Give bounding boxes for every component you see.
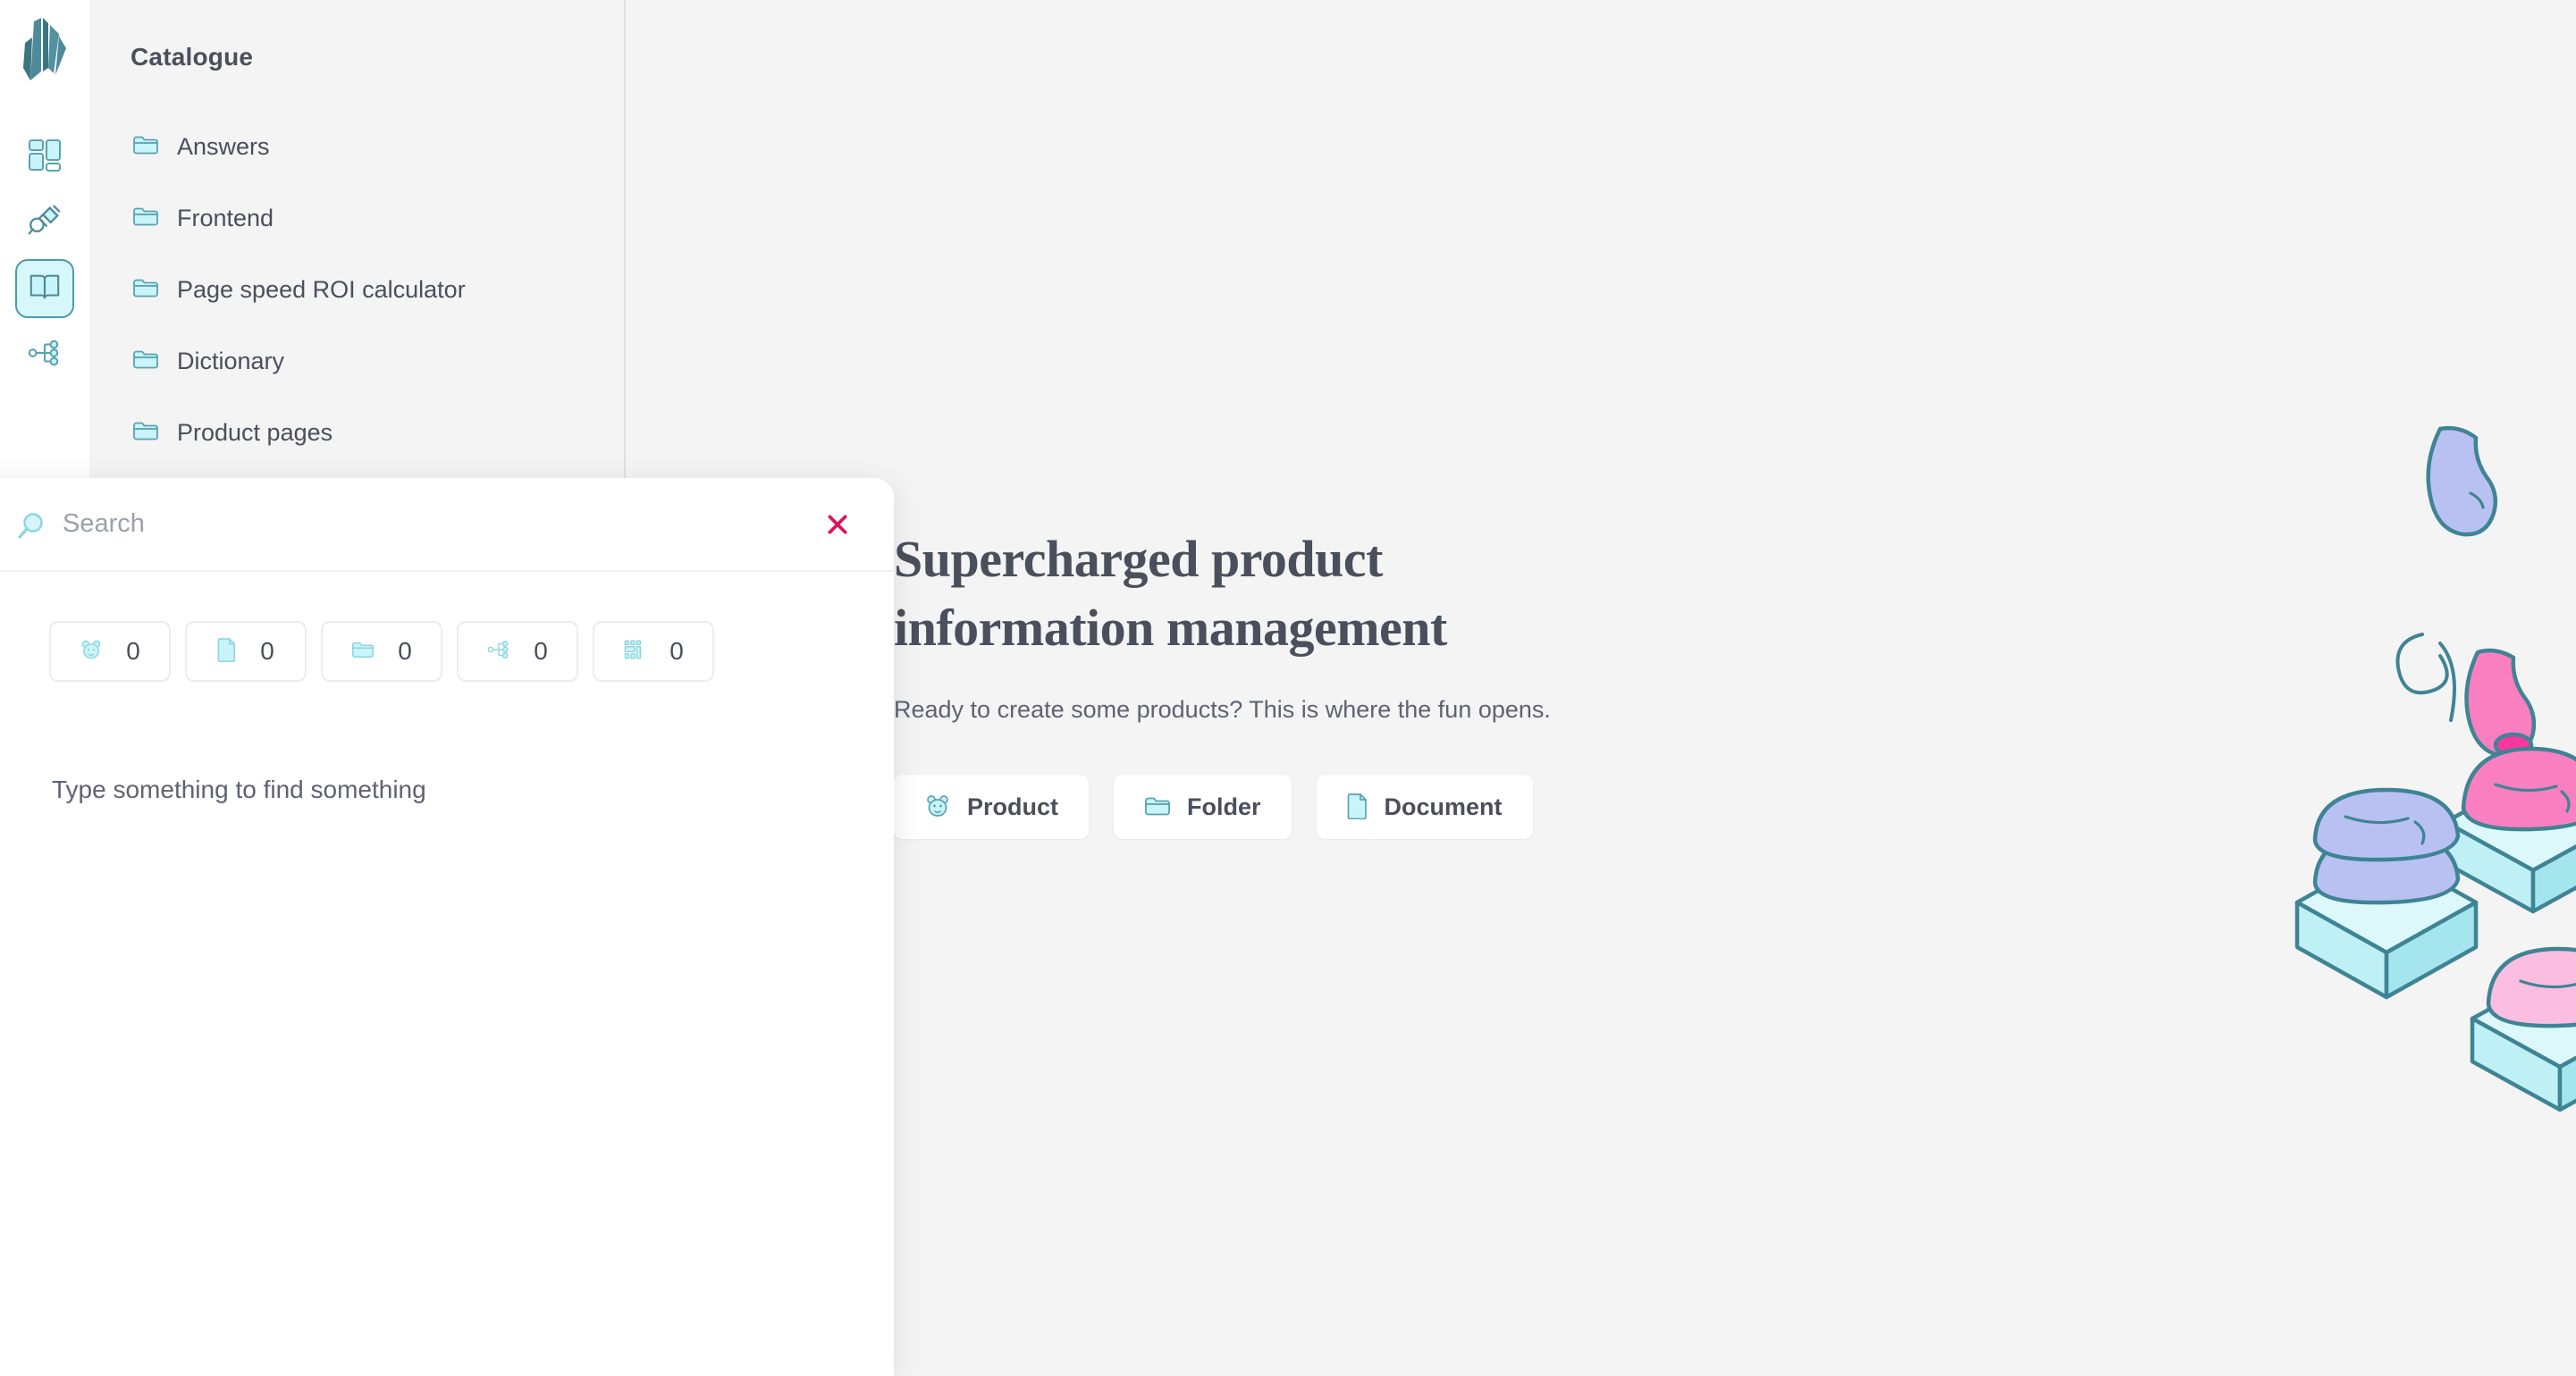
list-item[interactable]: Product pages xyxy=(130,397,624,468)
page-title: Catalogue xyxy=(130,43,254,71)
isometric-product-boxes-illustration xyxy=(2279,268,2576,1117)
box-pink-towel xyxy=(2443,746,2576,914)
magnifier-icon xyxy=(16,512,45,545)
filter-chip-count: 0 xyxy=(398,637,412,665)
hero-action-buttons: Product Folder Document xyxy=(894,775,1698,840)
list-item-label: Page speed ROI calculator xyxy=(177,275,466,303)
folder-icon xyxy=(132,133,159,161)
document-icon xyxy=(1347,793,1368,822)
search-modal: 0 0 0 xyxy=(0,478,894,1376)
list-item-label: Frontend xyxy=(177,204,274,231)
list-item-label: Answers xyxy=(177,132,270,160)
document-icon xyxy=(217,637,237,667)
app-root: Catalogue Answers Frontend Page speed RO… xyxy=(0,0,2576,1376)
create-folder-label: Folder xyxy=(1187,793,1261,820)
filter-chip-hierarchy[interactable]: 0 xyxy=(457,621,578,682)
box-lightpink-towel xyxy=(2470,946,2576,1112)
filter-chip-documents[interactable]: 0 xyxy=(185,621,307,682)
crystal-logo-icon xyxy=(18,16,72,88)
folder-icon xyxy=(132,276,159,304)
search-filter-chips: 0 0 0 0 0 xyxy=(0,572,894,682)
hero-title: Supercharged product information managem… xyxy=(894,525,1698,662)
sidebar-item-dashboard[interactable] xyxy=(15,127,74,186)
hierarchy-tree-icon xyxy=(28,336,62,374)
floating-sock-pink xyxy=(2464,648,2537,759)
sidebar-item-connectors[interactable] xyxy=(15,193,74,252)
create-product-button[interactable]: Product xyxy=(894,775,1090,840)
close-icon[interactable] xyxy=(820,507,855,542)
sidebar-item-catalogue[interactable] xyxy=(15,259,74,318)
filter-chip-layouts[interactable]: 0 xyxy=(593,621,714,682)
search-empty-message: Type something to find something xyxy=(52,776,426,803)
filter-chip-folders[interactable]: 0 xyxy=(321,621,442,682)
list-item[interactable]: Answers xyxy=(130,111,624,182)
filter-chip-count: 0 xyxy=(534,637,548,665)
floating-sock-periwinkle xyxy=(2426,425,2497,537)
create-document-button[interactable]: Document xyxy=(1316,775,1533,840)
folder-icon xyxy=(132,419,159,447)
grid-layout-icon xyxy=(623,638,646,666)
sidebar-item-hierarchy[interactable] xyxy=(15,325,74,384)
hero-title-line-2: information management xyxy=(894,598,1447,657)
folder-icon xyxy=(132,205,159,232)
hero-section: Supercharged product information managem… xyxy=(894,525,1698,840)
folder-icon xyxy=(1144,794,1171,820)
product-bear-icon xyxy=(80,638,103,666)
search-input[interactable] xyxy=(27,509,804,539)
list-item-label: Product pages xyxy=(177,418,333,446)
main-content: Supercharged product information managem… xyxy=(626,0,2576,1376)
box-periwinkle-stack xyxy=(2294,787,2479,1000)
hero-subtitle: Ready to create some products? This is w… xyxy=(894,696,1551,724)
list-item[interactable]: Page speed ROI calculator xyxy=(130,254,624,325)
list-item[interactable]: Frontend xyxy=(130,182,624,254)
filter-chip-products[interactable]: 0 xyxy=(49,621,171,682)
dashboard-grid-icon xyxy=(27,137,63,177)
hero-title-line-1: Supercharged product xyxy=(894,530,1383,588)
list-item[interactable]: Dictionary xyxy=(130,325,624,397)
hierarchy-tree-icon xyxy=(487,638,510,666)
filter-chip-count: 0 xyxy=(669,637,684,665)
book-catalogue-icon xyxy=(28,270,62,308)
create-folder-button[interactable]: Folder xyxy=(1114,775,1292,840)
product-bear-icon xyxy=(924,793,951,821)
folder-icon xyxy=(351,639,375,665)
create-product-label: Product xyxy=(967,793,1059,820)
filter-chip-count: 0 xyxy=(260,637,274,665)
folder-icon xyxy=(132,348,159,375)
filter-chip-count: 0 xyxy=(126,637,140,665)
catalogue-list: Answers Frontend Page speed ROI calculat… xyxy=(130,111,624,468)
plug-connector-icon xyxy=(26,202,63,244)
create-document-label: Document xyxy=(1384,793,1503,820)
list-item-label: Dictionary xyxy=(177,347,285,374)
search-bar xyxy=(0,478,894,572)
